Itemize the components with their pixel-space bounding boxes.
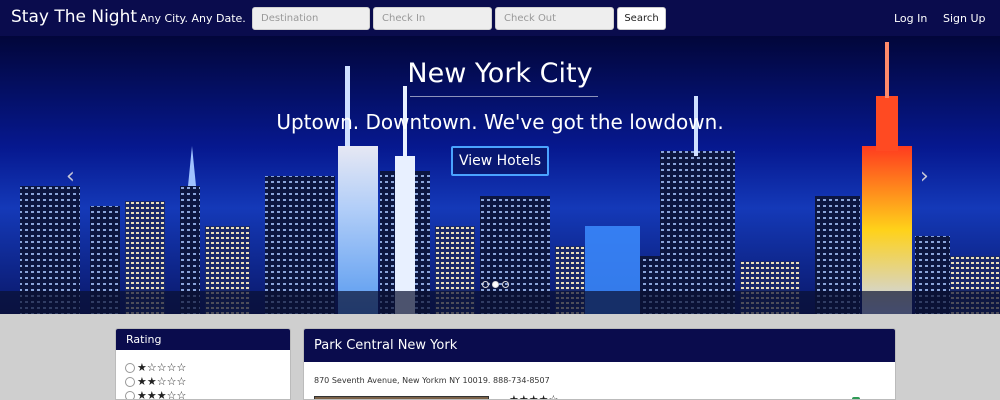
login-link[interactable]: Log In bbox=[894, 12, 927, 25]
rating-filter-title: Rating bbox=[116, 329, 290, 350]
hero-title: New York City bbox=[407, 58, 593, 89]
rating-option[interactable]: ★★★☆☆ bbox=[125, 389, 187, 400]
rating-radio[interactable] bbox=[125, 390, 135, 399]
hero-subtitle: Uptown. Downtown. We've got the lowdown. bbox=[276, 110, 724, 134]
destination-input[interactable] bbox=[252, 7, 370, 30]
view-hotels-button[interactable]: View Hotels bbox=[451, 146, 549, 176]
rating-option[interactable]: ★☆☆☆☆ bbox=[125, 361, 186, 374]
rating-stars: ★★☆☆☆ bbox=[137, 375, 187, 388]
rating-option[interactable]: ★★☆☆☆ bbox=[125, 375, 186, 388]
carousel-dot[interactable] bbox=[502, 281, 509, 288]
rating-stars: ★☆☆☆☆ bbox=[137, 361, 187, 374]
hotel-address: 870 Seventh Avenue, New Yorkm NY 10019. … bbox=[314, 376, 550, 385]
carousel-indicators bbox=[482, 281, 509, 288]
hotel-name[interactable]: Park Central New York bbox=[304, 329, 895, 362]
carousel-prev-icon[interactable]: ‹ bbox=[66, 164, 75, 189]
carousel-next-icon[interactable]: › bbox=[920, 164, 929, 189]
carousel-dot-active[interactable] bbox=[492, 281, 499, 288]
rating-filter-panel: Rating ★☆☆☆☆ ★★☆☆☆ ★★★☆☆ bbox=[115, 328, 291, 400]
signup-link[interactable]: Sign Up bbox=[943, 12, 986, 25]
hotel-card: Park Central New York 870 Seventh Avenue… bbox=[303, 328, 896, 400]
check-in-input[interactable] bbox=[373, 7, 492, 30]
carousel-dot[interactable] bbox=[482, 281, 489, 288]
check-out-input[interactable] bbox=[495, 7, 614, 30]
rating-radio[interactable] bbox=[125, 376, 135, 387]
hero-carousel: New York City Uptown. Downtown. We've go… bbox=[0, 36, 1000, 314]
brand-tagline: Any City. Any Date. bbox=[140, 12, 246, 25]
hero-divider bbox=[410, 96, 598, 97]
rating-stars: ★★★☆☆ bbox=[137, 389, 187, 400]
rating-radio[interactable] bbox=[125, 362, 135, 373]
search-button[interactable]: Search bbox=[617, 7, 666, 30]
hotel-rating-stars: ★★★★☆ bbox=[509, 393, 559, 400]
hotel-photo[interactable] bbox=[314, 396, 489, 399]
brand-logo[interactable]: Stay The Night bbox=[11, 7, 137, 27]
top-navbar: Stay The Night Any City. Any Date. Searc… bbox=[0, 0, 1000, 36]
